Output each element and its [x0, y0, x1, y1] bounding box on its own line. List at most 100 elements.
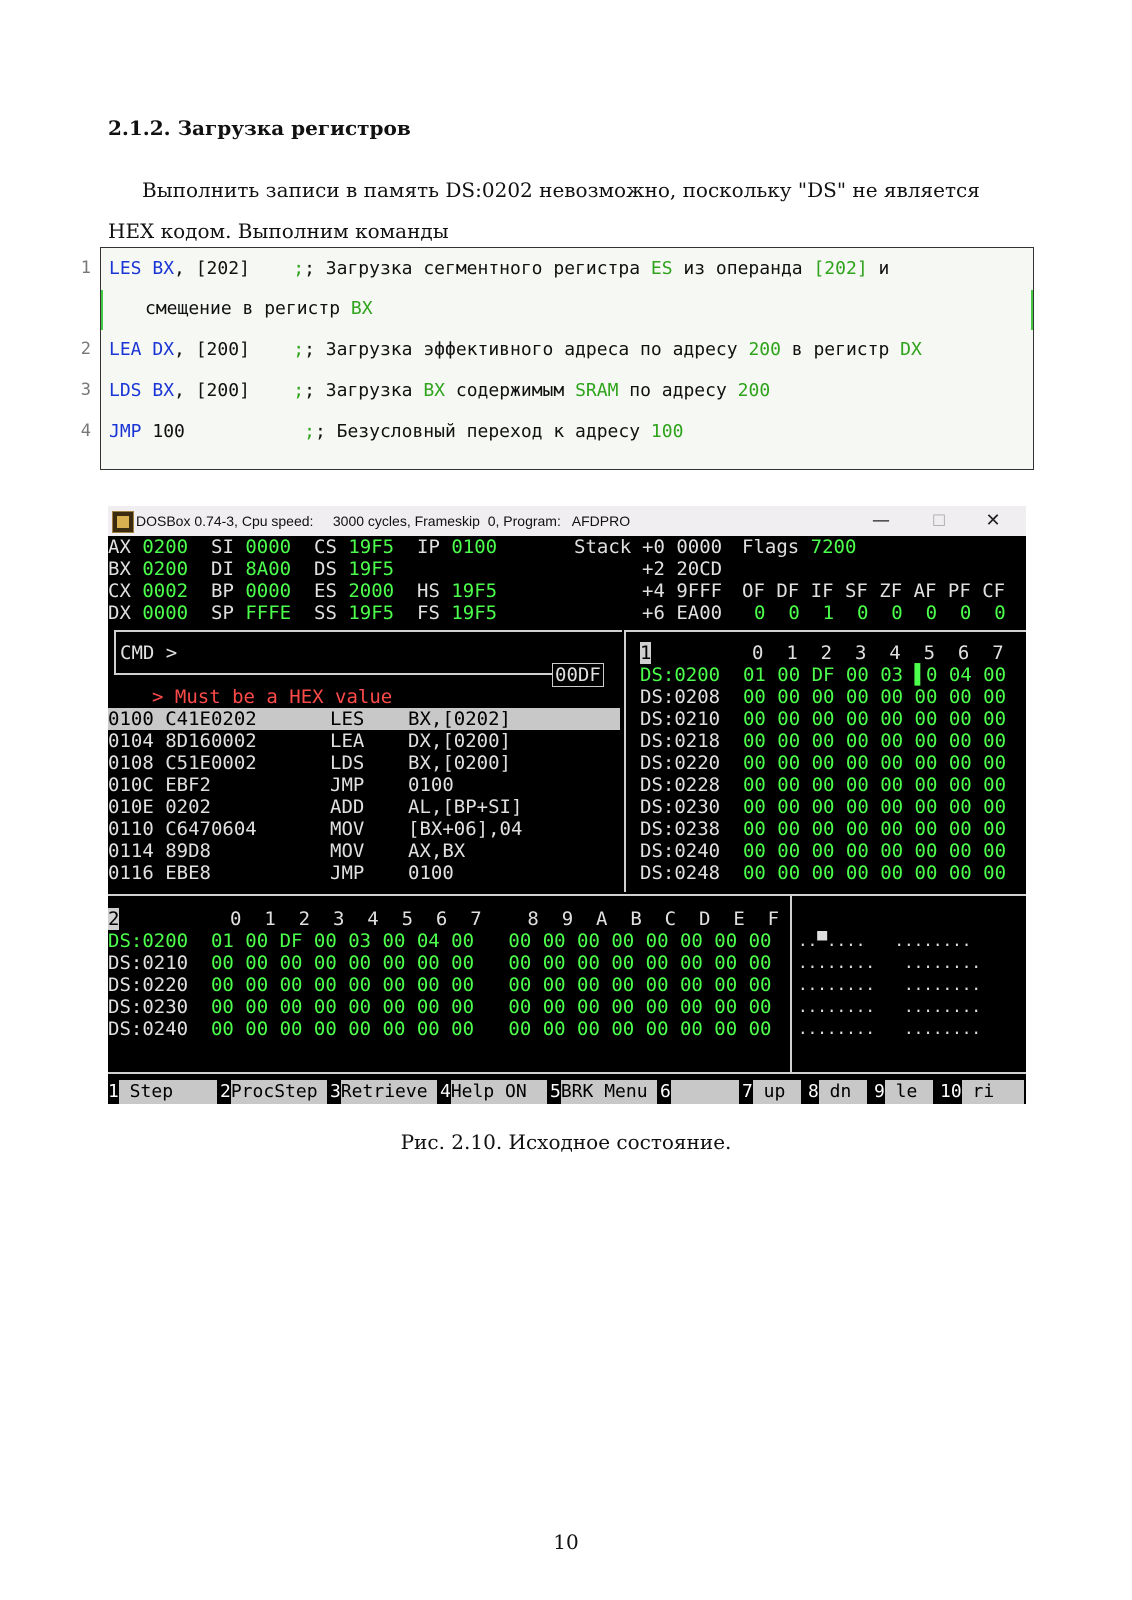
operand: , [200]	[174, 380, 250, 401]
code-line-2: 2 LEA DX, [200] ;; Загрузка эффективного…	[81, 329, 1033, 370]
disasm-args: AX,BX	[408, 840, 466, 862]
ascii-row: ........ ........	[798, 997, 982, 1016]
cmd-prompt[interactable]: CMD >	[120, 642, 177, 664]
mem2-row[interactable]: DS:0230 00 00 00 00 00 00 00 00 00 00 00…	[108, 996, 771, 1018]
mnemonic: JMP	[109, 421, 142, 442]
comment: ; Загрузка эффективного адреса по адресу	[304, 339, 749, 360]
comment-mark: ;	[304, 421, 315, 442]
mem2-row[interactable]: DS:0210 00 00 00 00 00 00 00 00 00 00 00…	[108, 952, 771, 974]
disasm-row[interactable]: 010C EBF2	[108, 774, 211, 796]
disasm-args: 0100	[408, 774, 454, 796]
fkey-up[interactable]: 7 up	[742, 1080, 801, 1104]
mem1-row[interactable]: DS:0238 00 00 00 00 00 00 00 00	[640, 818, 1006, 840]
comment: ; Загрузка сегментного регистра	[304, 258, 651, 279]
disasm-row[interactable]: 0104 8D160002	[108, 730, 257, 752]
comment-value: 100	[650, 421, 684, 442]
disasm-args: DX,[0200]	[408, 730, 511, 752]
disasm-args: 0100	[408, 862, 454, 884]
comment: в регистр	[780, 339, 901, 360]
fkey-help[interactable]: 4Help ON	[440, 1080, 547, 1104]
ascii-row: ..▀.... ........	[798, 931, 972, 950]
disasm-row[interactable]: 0114 89D8	[108, 840, 211, 862]
disasm-row[interactable]: 0108 C51E0002	[108, 752, 257, 774]
mem2-row[interactable]: DS:0220 00 00 00 00 00 00 00 00 00 00 00…	[108, 974, 771, 996]
disasm-op: JMP	[330, 774, 365, 796]
mem1-row[interactable]: DS:0240 00 00 00 00 00 00 00 00	[640, 840, 1006, 862]
fkey-6[interactable]: 6	[660, 1080, 739, 1104]
comment-mark: ;	[293, 339, 305, 360]
disasm-row[interactable]: 010E 0202	[108, 796, 211, 818]
fkey-procstep[interactable]: 2ProcStep	[220, 1080, 327, 1104]
code-line-1: 1 LES BX, [202] ;; Загрузка сегментного …	[81, 248, 1033, 289]
disasm-row[interactable]: 0110 C6470604	[108, 818, 257, 840]
cmd-tag: 00DF	[552, 663, 604, 687]
panel-border	[790, 894, 792, 1072]
mnemonic: LEA	[109, 339, 142, 360]
fkey-le[interactable]: 9 le	[874, 1080, 933, 1104]
code-line-1-wrap: смещение в регистр BX	[101, 288, 1033, 329]
disasm-op: JMP	[330, 862, 365, 884]
mem1-row[interactable]: DS:0228 00 00 00 00 00 00 00 00	[640, 774, 1006, 796]
fkey-ri[interactable]: 10 ri	[940, 1080, 1024, 1104]
error-message: > Must be a HEX value	[152, 686, 393, 708]
panel-border	[114, 630, 116, 674]
flag-names: OF DF IF SF ZF AF PF CF	[742, 580, 1006, 602]
figure-caption: Рис. 2.10. Исходное состояние.	[400, 1130, 732, 1154]
ascii-row: ........ ........	[798, 975, 982, 994]
fkey-step[interactable]: 1 Step	[108, 1080, 217, 1104]
mem1-row[interactable]: DS:0248 00 00 00 00 00 00 00 00	[640, 862, 1006, 884]
mem1-row[interactable]: DS:0230 00 00 00 00 00 00 00 00	[640, 796, 1006, 818]
mem1-pane-label[interactable]: 1	[640, 642, 652, 664]
register-row: CX 0002 BP 0000 ES 2000 HS 19F5	[108, 580, 498, 602]
body-paragraph: Выполнить записи в память DS:0202 невозм…	[108, 170, 1028, 252]
register-row: AX 0200 SI 0000 CS 19F5 IP 0100	[108, 536, 498, 558]
comment-sram: SRAM	[575, 380, 619, 401]
ascii-row: ........ ........	[798, 1019, 982, 1038]
register-row: BX 0200 DI 8A00 DS 19F5	[108, 558, 395, 580]
flags-register: Flags 7200	[742, 536, 857, 558]
mem2-row[interactable]: DS:0240 00 00 00 00 00 00 00 00 00 00 00…	[108, 1018, 771, 1040]
comment-mark: ;	[293, 258, 305, 279]
mem1-row[interactable]: DS:0218 00 00 00 00 00 00 00 00	[640, 730, 1006, 752]
maximize-button[interactable]: ☐	[924, 510, 954, 532]
fkey-dn[interactable]: 8 dn	[808, 1080, 867, 1104]
mnemonic: LDS	[109, 380, 142, 401]
mem1-row[interactable]: DS:0210 00 00 00 00 00 00 00 00	[640, 708, 1006, 730]
comment: смещение в регистр	[145, 298, 351, 319]
disasm-args: BX,[0202]	[408, 708, 511, 730]
window-titlebar[interactable]: DOSBox 0.74-3, Cpu speed: 3000 cycles, F…	[108, 506, 1026, 536]
flag-values: 0 0 1 0 0 0 0 0	[754, 602, 1006, 624]
paragraph-text: Выполнить записи в память DS:0202 невозм…	[108, 178, 980, 243]
code-listing: 1 LES BX, [202] ;; Загрузка сегментного …	[81, 247, 1034, 470]
minimize-button[interactable]: —	[866, 510, 896, 532]
disasm-args: [BX+06],04	[408, 818, 523, 840]
mem1-row[interactable]: DS:0200 01 00 DF 00 03 ▌0 04 00	[640, 664, 1006, 686]
mem1-row[interactable]: DS:0208 00 00 00 00 00 00 00 00	[640, 686, 1006, 708]
operand: , [202]	[174, 258, 250, 279]
afdpro-screen[interactable]: AX 0200 SI 0000 CS 19F5 IP 0100 BX 0200 …	[108, 536, 1026, 1104]
operand: 100	[141, 421, 185, 442]
disasm-op: LDS	[330, 752, 365, 774]
register: DX	[152, 339, 175, 360]
mnemonic: LES	[109, 258, 142, 279]
section-heading: 2.1.2. Загрузка регистров	[108, 116, 411, 140]
comment-mark: ;	[293, 380, 305, 401]
comment-value: 200	[737, 380, 771, 401]
mem1-row[interactable]: DS:0220 00 00 00 00 00 00 00 00	[640, 752, 1006, 774]
stack-label: Stack	[574, 536, 632, 558]
window-title: DOSBox 0.74-3, Cpu speed: 3000 cycles, F…	[136, 513, 631, 529]
register-row: DX 0000 SP FFFE SS 19F5 FS 19F5	[108, 602, 498, 624]
disasm-op: ADD	[330, 796, 365, 818]
line-number: 2	[80, 339, 91, 359]
fkey-brk-menu[interactable]: 5BRK Menu	[550, 1080, 657, 1104]
mem2-row[interactable]: DS:0200 01 00 DF 00 03 00 04 00 00 00 00…	[108, 930, 771, 952]
fkey-retrieve[interactable]: 3Retrieve	[330, 1080, 437, 1104]
close-button[interactable]: ✕	[978, 510, 1008, 532]
line-number: 3	[80, 380, 91, 400]
code-line-4: 4 JMP 100 ;; Безусловный переход к адрес…	[81, 411, 1033, 452]
line-number: 1	[80, 258, 91, 278]
mem2-pane-label[interactable]: 2	[108, 908, 120, 930]
comment: содержимым	[445, 380, 576, 401]
comment: ; Загрузка	[304, 380, 424, 401]
disasm-row[interactable]: 0116 EBE8	[108, 862, 211, 884]
